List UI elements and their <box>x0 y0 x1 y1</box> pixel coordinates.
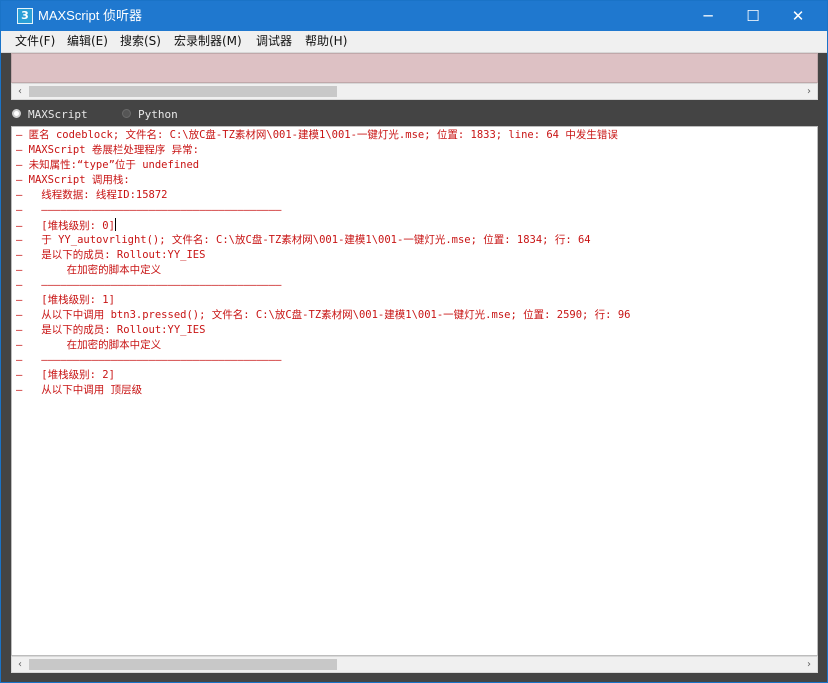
output-line: — —————————————————————————————————————— <box>16 279 282 291</box>
menu-search[interactable]: 搜索(S) <box>120 33 161 50</box>
output-lines: — 匿名 codeblock; 文件名: C:\放C盘-TZ素材网\001-建模… <box>16 128 796 398</box>
scroll-left-arrow-icon[interactable]: ‹ <box>12 657 28 672</box>
output-line: — [堆栈级别: 1] <box>16 294 115 306</box>
radio-maxscript-label[interactable]: MAXScript <box>28 108 88 121</box>
scroll-left-arrow-icon[interactable]: ‹ <box>12 84 28 99</box>
menu-file[interactable]: 文件(F) <box>15 33 55 50</box>
macro-recorder-input-pane[interactable] <box>11 53 818 83</box>
output-line: — MAXScript 卷展栏处理程序 异常: <box>16 144 200 156</box>
scroll-right-arrow-icon[interactable]: › <box>801 84 817 99</box>
window-title: MAXScript 侦听器 <box>38 8 143 23</box>
output-line: — [堆栈级别: 0] <box>16 218 116 232</box>
text-caret <box>114 218 116 231</box>
menu-bar: 文件(F) 编辑(E) 搜索(S) 宏录制器(M) 调试器 帮助(H) <box>1 31 827 53</box>
listener-output-pane[interactable]: — 匿名 codeblock; 文件名: C:\放C盘-TZ素材网\001-建模… <box>11 126 818 656</box>
output-line: — —————————————————————————————————————— <box>16 204 282 216</box>
radio-maxscript[interactable] <box>12 109 21 118</box>
output-line: — 匿名 codeblock; 文件名: C:\放C盘-TZ素材网\001-建模… <box>16 129 618 141</box>
language-selector: MAXScript Python <box>1 102 827 126</box>
output-line: — 从以下中调用 顶层级 <box>16 384 143 396</box>
menu-edit[interactable]: 编辑(E) <box>67 33 108 50</box>
output-line: — 从以下中调用 btn3.pressed(); 文件名: C:\放C盘-TZ素… <box>16 309 631 321</box>
menu-macro-recorder[interactable]: 宏录制器(M) <box>174 33 242 50</box>
scroll-right-arrow-icon[interactable]: › <box>801 657 817 672</box>
radio-python[interactable] <box>122 109 131 118</box>
menu-help[interactable]: 帮助(H) <box>305 33 347 50</box>
scrollbar-thumb[interactable] <box>29 86 337 97</box>
menu-debugger[interactable]: 调试器 <box>256 33 292 50</box>
maxscript-listener-window: 3 MAXScript 侦听器 ─ ☐ ✕ 文件(F) 编辑(E) 搜索(S) … <box>0 0 828 683</box>
radio-python-label[interactable]: Python <box>138 108 178 121</box>
output-line: — 在加密的脚本中定义 <box>16 264 162 276</box>
scrollbar-thumb[interactable] <box>29 659 337 670</box>
minimize-button[interactable]: ─ <box>685 1 731 31</box>
output-line: — —————————————————————————————————————— <box>16 354 282 366</box>
output-line: — 于 YY_autovrlight(); 文件名: C:\放C盘-TZ素材网\… <box>16 234 591 246</box>
bottom-horizontal-scrollbar[interactable]: ‹ › <box>11 656 818 673</box>
output-line: — 未知属性:“type”位于 undefined <box>16 159 200 171</box>
top-horizontal-scrollbar[interactable]: ‹ › <box>11 83 818 100</box>
maximize-button[interactable]: ☐ <box>730 1 776 31</box>
output-line: — 线程数据: 线程ID:15872 <box>16 189 168 201</box>
title-bar[interactable]: 3 MAXScript 侦听器 ─ ☐ ✕ <box>1 1 827 31</box>
output-line: — 是以下的成员: Rollout:YY_IES <box>16 249 206 261</box>
close-button[interactable]: ✕ <box>775 1 821 31</box>
output-line: — 是以下的成员: Rollout:YY_IES <box>16 324 206 336</box>
output-line: — 在加密的脚本中定义 <box>16 339 162 351</box>
3dsmax-app-icon: 3 <box>17 8 33 24</box>
output-line: — MAXScript 调用栈: <box>16 174 130 186</box>
output-line: — [堆栈级别: 2] <box>16 369 115 381</box>
